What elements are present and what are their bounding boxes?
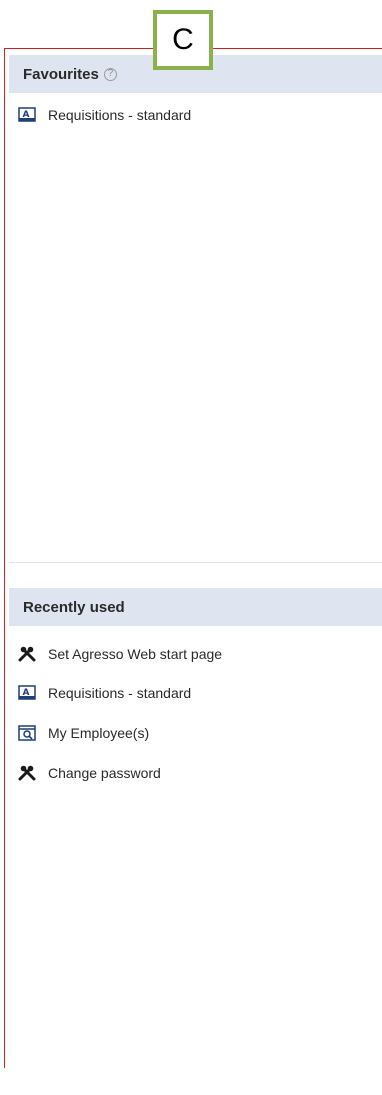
recently-used-title: Recently used — [23, 598, 125, 616]
favourite-item-requisitions[interactable]: A Requisitions - standard — [18, 104, 191, 126]
callout-label-box: C — [153, 10, 213, 70]
recent-item-set-start-page[interactable]: Set Agresso Web start page — [18, 643, 222, 665]
recent-item-label: Set Agresso Web start page — [48, 646, 223, 662]
section-divider — [9, 562, 382, 563]
recent-item-my-employees[interactable]: My Employee(s) — [18, 722, 149, 744]
form-icon: A — [18, 685, 36, 701]
inquiry-icon — [18, 725, 36, 741]
favourites-title: Favourites — [23, 65, 99, 83]
panel-frame — [4, 48, 382, 1068]
recent-item-label: Requisitions - standard — [48, 685, 192, 701]
recent-item-requisitions[interactable]: A Requisitions - standard — [18, 682, 191, 704]
recent-item-label: Change password — [48, 765, 161, 781]
tools-icon — [18, 765, 36, 781]
recently-used-header: Recently used — [9, 588, 382, 626]
callout-label: C — [172, 23, 194, 56]
recent-item-label: My Employee(s) — [48, 725, 150, 741]
svg-text:A: A — [23, 688, 30, 698]
tools-icon — [18, 646, 36, 662]
help-icon[interactable]: ? — [103, 67, 117, 81]
form-icon: A — [18, 107, 36, 123]
favourite-item-label: Requisitions - standard — [48, 107, 192, 123]
svg-text:A: A — [23, 110, 30, 120]
recent-item-change-password[interactable]: Change password — [18, 762, 161, 784]
